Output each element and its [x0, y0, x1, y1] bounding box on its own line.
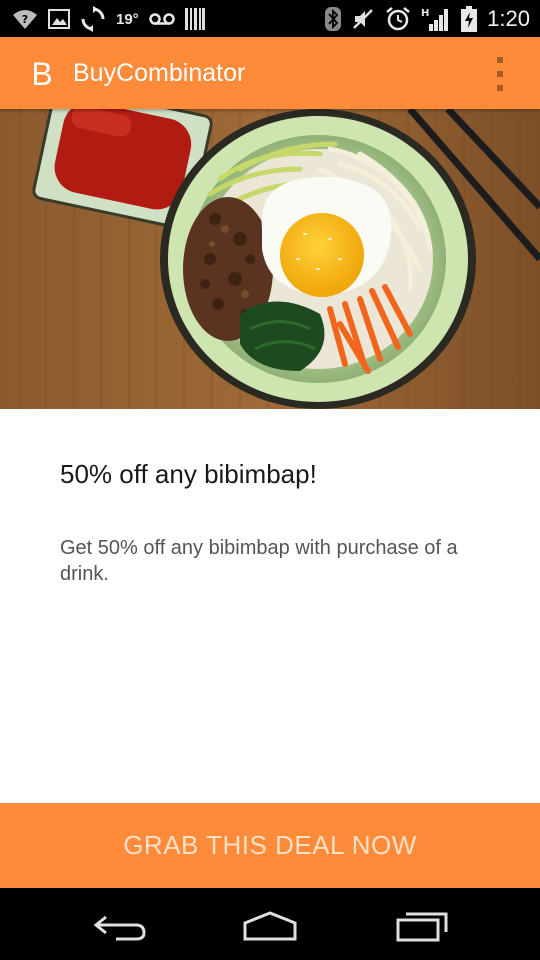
home-icon[interactable] — [230, 904, 310, 948]
svg-text:?: ? — [22, 13, 28, 26]
alarm-icon — [385, 6, 411, 32]
back-icon[interactable] — [80, 904, 160, 948]
deal-description: Get 50% off any bibimbap with purchase o… — [60, 537, 458, 585]
status-bar: ? 19° H 1:20 — [0, 0, 540, 37]
voicemail-icon — [148, 6, 175, 32]
hero-image — [0, 109, 540, 409]
menu-dot — [497, 85, 503, 91]
menu-dot — [497, 71, 503, 77]
barcode-icon — [184, 6, 205, 32]
bibimbap-photo — [0, 109, 540, 409]
deal-content: 50% off any bibimbap! Get 50% off any bi… — [0, 409, 540, 803]
deal-title: 50% off any bibimbap! — [60, 459, 317, 489]
mute-icon — [351, 6, 375, 32]
sync-icon — [80, 6, 106, 32]
wifi-question-icon: ? — [12, 6, 38, 32]
signal-h-icon: H — [421, 6, 451, 32]
status-right-group: H 1:20 — [325, 5, 530, 33]
status-left-group: ? 19° — [12, 5, 205, 33]
app-title: BuyCombinator — [73, 59, 246, 87]
more-vert-icon[interactable] — [490, 57, 510, 91]
svg-text:H: H — [421, 8, 429, 19]
clock: 1:20 — [487, 6, 530, 31]
system-nav-bar — [0, 888, 540, 960]
app-bar: B BuyCombinator — [0, 37, 540, 109]
battery-charging-icon — [461, 6, 478, 32]
temperature-text: 19° — [116, 10, 139, 28]
recent-apps-icon[interactable] — [382, 904, 462, 948]
menu-dot — [497, 57, 503, 63]
image-icon — [48, 6, 70, 32]
bluetooth-icon — [325, 6, 342, 32]
app-logo[interactable]: B — [22, 54, 62, 94]
grab-deal-button[interactable]: GRAB THIS DEAL NOW — [0, 803, 540, 888]
